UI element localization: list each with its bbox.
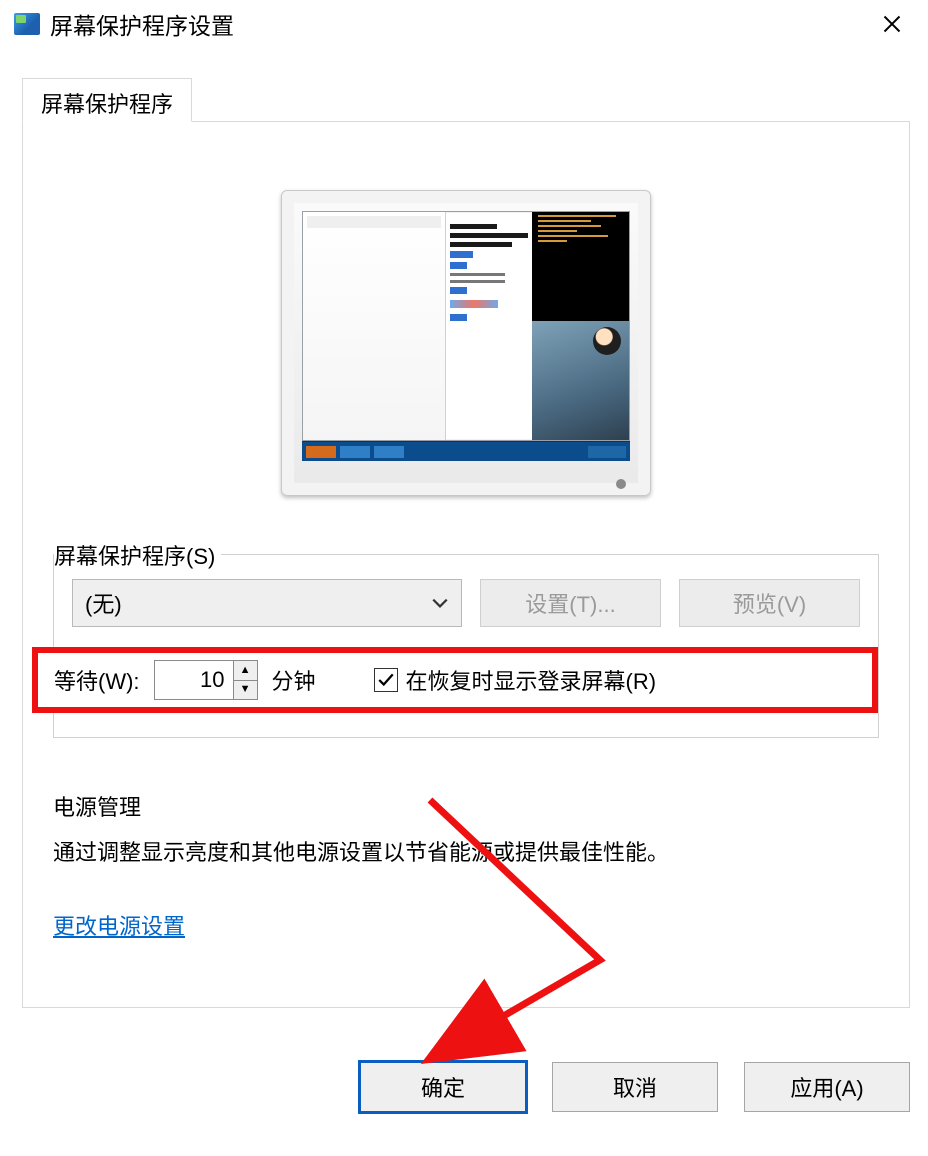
ok-button[interactable]: 确定 <box>360 1062 526 1112</box>
resume-login-label: 在恢复时显示登录屏幕(R) <box>406 664 657 696</box>
screensaver-group: 屏幕保护程序(S) (无) 设置(T)... 预览(V) 等待(W): <box>53 554 879 738</box>
cancel-button[interactable]: 取消 <box>552 1062 718 1112</box>
spinner-up[interactable]: ▲ <box>234 661 257 681</box>
screensaver-select[interactable]: (无) <box>72 579 462 627</box>
chevron-down-icon <box>431 594 449 612</box>
monitor-screen <box>302 211 630 441</box>
change-power-settings-link[interactable]: 更改电源设置 <box>53 914 185 939</box>
dialog-button-row: 确定 取消 应用(A) <box>360 1062 910 1112</box>
monitor-frame <box>281 190 651 496</box>
tab-control: 屏幕保护程序 <box>22 78 910 1008</box>
settings-button: 设置(T)... <box>480 579 661 627</box>
resume-login-checkbox[interactable] <box>374 668 398 692</box>
title-bar: 屏幕保护程序设置 <box>0 0 928 48</box>
screensaver-select-value: (无) <box>85 587 431 619</box>
tab-panel: 屏幕保护程序(S) (无) 设置(T)... 预览(V) 等待(W): <box>22 121 910 1008</box>
power-heading: 电源管理 <box>53 790 879 822</box>
spinner-down[interactable]: ▼ <box>234 681 257 700</box>
window-title: 屏幕保护程序设置 <box>50 7 234 41</box>
wait-row-highlight: 等待(W): ▲ ▼ 分钟 在恢复时显示登录屏幕(R) <box>32 647 878 713</box>
tab-label-text: 屏幕保护程序 <box>41 92 173 117</box>
close-button[interactable] <box>862 4 922 44</box>
preview-area <box>53 190 879 496</box>
wait-spinner[interactable]: ▲ ▼ <box>154 660 258 700</box>
apply-button[interactable]: 应用(A) <box>744 1062 910 1112</box>
tab-screensaver[interactable]: 屏幕保护程序 <box>22 78 192 122</box>
power-description: 通过调整显示亮度和其他电源设置以节省能源或提供最佳性能。 <box>53 836 879 869</box>
close-icon <box>882 14 902 34</box>
wait-value-input[interactable] <box>155 661 233 699</box>
preview-button: 预览(V) <box>679 579 860 627</box>
wait-label: 等待(W): <box>54 664 140 696</box>
app-icon <box>14 13 40 35</box>
check-icon <box>377 671 395 689</box>
wait-unit: 分钟 <box>272 664 316 696</box>
screensaver-group-label: 屏幕保护程序(S) <box>54 539 221 571</box>
preview-taskbar <box>302 441 630 461</box>
power-group: 电源管理 通过调整显示亮度和其他电源设置以节省能源或提供最佳性能。 更改电源设置 <box>53 778 879 941</box>
